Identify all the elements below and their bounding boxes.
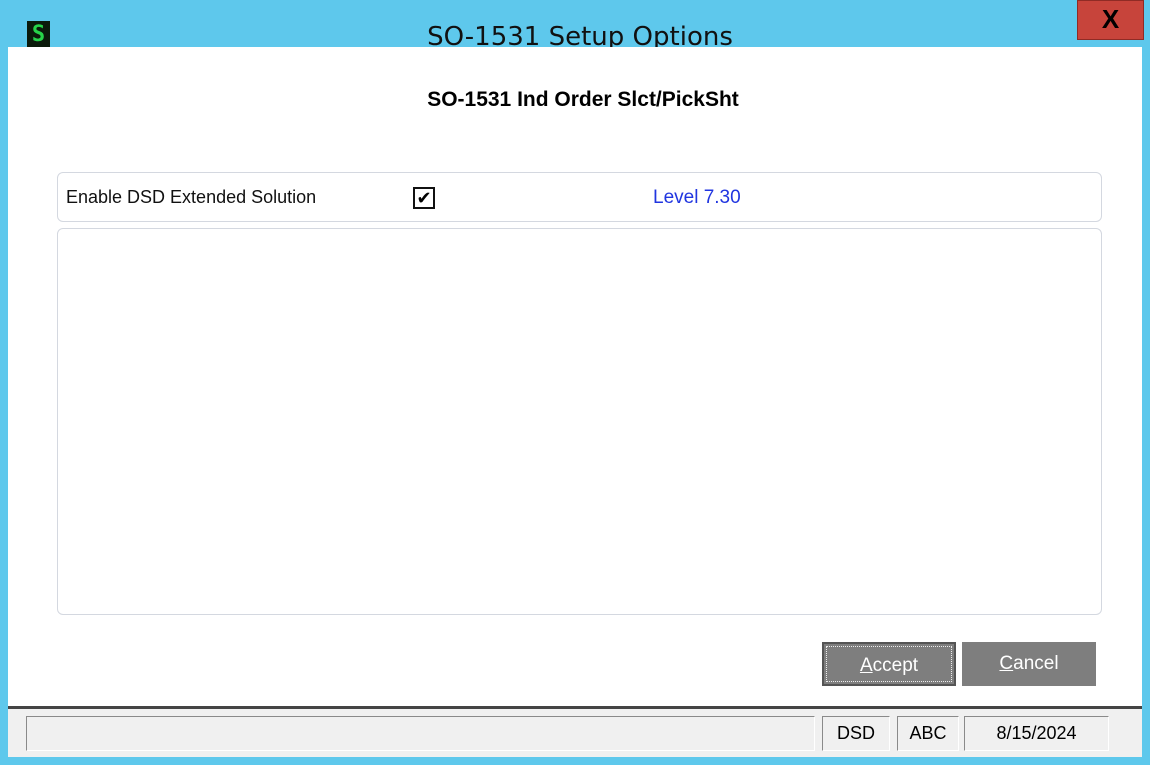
status-message (26, 716, 815, 751)
setup-options-window: S SO-1531 Setup Options X SO-1531 Ind Or… (0, 0, 1150, 765)
accept-button[interactable]: Accept (822, 642, 956, 686)
close-button[interactable]: X (1077, 0, 1144, 40)
enable-dsd-checkbox[interactable]: ✔ (413, 187, 435, 209)
cancel-label-rest: ancel (1013, 653, 1059, 674)
accept-hotkey: A (859, 655, 873, 676)
cancel-button[interactable]: Cancel (962, 642, 1096, 686)
level-label: Level 7.30 (653, 187, 741, 208)
status-date: 8/15/2024 (964, 716, 1109, 751)
enable-option-panel: Enable DSD Extended Solution ✔ Level 7.3… (57, 172, 1102, 222)
options-content-panel (57, 228, 1102, 615)
status-company: DSD (822, 716, 890, 751)
accept-label-rest: ccept (872, 655, 919, 676)
enable-dsd-label: Enable DSD Extended Solution (66, 187, 317, 207)
status-user: ABC (897, 716, 959, 751)
status-bar: DSD ABC 8/15/2024 (8, 709, 1142, 757)
dialog-body: SO-1531 Ind Order Slct/PickSht Enable DS… (8, 47, 1142, 709)
page-title: SO-1531 Ind Order Slct/PickSht (427, 88, 739, 111)
cancel-hotkey: C (999, 653, 1014, 674)
